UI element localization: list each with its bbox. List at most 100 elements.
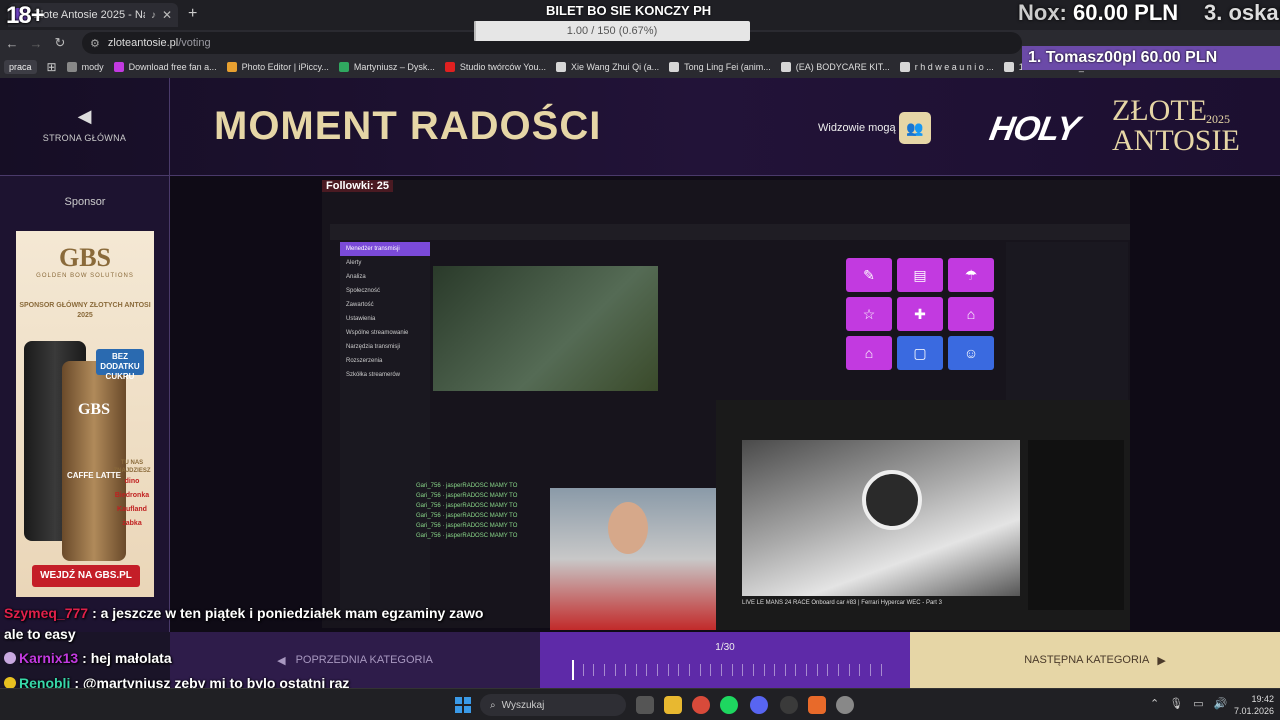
bookmark-label: Martyniusz – Dysk... <box>353 62 435 72</box>
home-link[interactable]: ◀ STRONA GŁÓWNA <box>0 78 170 176</box>
back-icon[interactable]: ← <box>0 36 24 51</box>
users-icon: 👥 <box>906 119 924 136</box>
helmet <box>862 470 922 530</box>
bookmark-item[interactable]: (EA) BODYCARE KIT... <box>780 62 890 72</box>
collab-panel <box>1006 242 1128 402</box>
bookmark-icon <box>444 62 455 72</box>
file-explorer-icon[interactable] <box>664 696 682 714</box>
next-category-button[interactable]: NASTĘPNA KATEGORIA ▶ <box>910 632 1280 688</box>
bookmark-item[interactable]: Tong Ling Fei (anim... <box>669 62 771 72</box>
progress-tick <box>774 664 776 676</box>
bookmark-item[interactable]: Photo Editor | iPiccy... <box>226 62 329 72</box>
chrome-icon[interactable] <box>692 696 710 714</box>
chat-username: Szymeq_777 <box>4 605 89 621</box>
viewers-button[interactable]: 👥 <box>899 112 931 144</box>
arrow-right-icon: ▶ <box>1157 654 1166 667</box>
stream-preview <box>433 266 658 391</box>
category-title: MOMENT RADOŚCI <box>214 104 602 148</box>
stream-chat-line: Gari_756 · jasperRADOSC MAMY TO <box>416 523 518 529</box>
bookmark-item[interactable]: praca <box>4 60 37 74</box>
progress-tick <box>880 664 882 676</box>
bookmark-icon <box>780 62 791 72</box>
obs-icon[interactable] <box>780 696 798 714</box>
display-icon[interactable]: ▭ <box>1193 697 1203 710</box>
bookmark-item[interactable]: Xie Wang Zhui Qi (a... <box>555 62 660 72</box>
progress-tick <box>742 664 744 676</box>
previous-category-label: POPRZEDNIA KATEGORIA <box>295 654 433 666</box>
clock[interactable]: 19:42 7.01.2026 <box>1218 693 1274 717</box>
settings-icon[interactable] <box>836 696 854 714</box>
logo-year: 2025 <box>1206 112 1230 126</box>
task-view-icon[interactable] <box>636 696 654 714</box>
sponsor-sidebar: Sponsor GBS GOLDEN BOW SOLUTIONS SPONSOR… <box>0 176 170 632</box>
audio-icon[interactable]: ♪ <box>151 10 156 21</box>
quick-actions-grid: ✎ ▤ ☂ ☆ ✚ ⌂ ⌂ ▢ ☺ <box>846 258 998 370</box>
goal-title: BILET BO SIE KONCZY PH <box>546 3 712 18</box>
dashboard-menu-item: Ustawienia <box>346 316 376 322</box>
progress-tick <box>752 664 754 676</box>
followers-counter: Followki: 25 <box>322 180 393 192</box>
progress-tick <box>603 664 605 676</box>
stream-chat-line: Gari_756 · jasperRADOSC MAMY TO <box>416 503 518 509</box>
site-info-icon[interactable]: ⚙ <box>90 37 100 50</box>
chevron-up-icon[interactable]: ⌃ <box>1150 697 1159 710</box>
new-tab-icon[interactable]: + <box>188 5 197 23</box>
bookmark-icon <box>66 62 77 72</box>
progress-tick <box>657 664 659 676</box>
progress-tick <box>710 664 712 676</box>
bookmark-icon <box>555 62 566 72</box>
home-label: STRONA GŁÓWNA <box>42 133 127 143</box>
spotify-icon[interactable] <box>720 696 738 714</box>
bookmark-item[interactable]: Download free fan a... <box>113 62 217 72</box>
ad-brand-sub: GOLDEN BOW SOLUTIONS <box>36 273 134 279</box>
nox-donation: Nox: 60.00 PLN <box>1018 0 1179 25</box>
raid-icon: ⌂ <box>948 297 994 331</box>
no-sugar-badge: BEZ DODATKU CUKRU <box>96 349 144 381</box>
progress-tick <box>625 664 627 676</box>
chat-message: Szymeq_777: a jeszcze w ten piątek i pon… <box>4 605 483 621</box>
add-user-icon: ✚ <box>897 297 943 331</box>
dashboard-menu-item: Szkółka streamerów <box>346 372 401 378</box>
dashboard-menu-item: Alerty <box>346 260 362 266</box>
discord-icon[interactable] <box>750 696 768 714</box>
progress-tick <box>806 664 808 676</box>
taskbar-search[interactable]: ⌕ Wyszukaj <box>480 694 626 716</box>
bookmark-icon <box>338 62 349 72</box>
ad-cta-button[interactable]: WEJDŹ NA GBS.PL <box>32 565 140 587</box>
goal-progress-fill <box>474 21 476 41</box>
dashboard-menu-item: Zawartość <box>346 302 374 308</box>
bookmark-item[interactable]: Studio twórców You... <box>444 62 546 72</box>
search-label: Wyszukaj <box>501 699 545 711</box>
bookmark-item[interactable]: r h d w e a u n i o ... <box>899 62 994 72</box>
app-icon[interactable] <box>808 696 826 714</box>
dashboard-menu-item: Wspólne streamowanie <box>346 330 409 336</box>
mic-icon[interactable]: 🎙 <box>1169 697 1183 710</box>
bookmark-label: Download free fan a... <box>128 62 217 72</box>
stream-chat-line: Gari_756 · jasperRADOSC MAMY TO <box>416 493 518 499</box>
reload-icon[interactable]: ↻ <box>48 35 72 51</box>
goal-progress-bar: 1.00 / 150 (0.67%) <box>474 21 750 41</box>
chat-badge-icon <box>4 652 16 664</box>
youtube-chat <box>1028 440 1124 610</box>
bookmark-item[interactable]: Martyniusz – Dysk... <box>338 62 435 72</box>
bookmark-label: Tong Ling Fei (anim... <box>684 62 771 72</box>
progress-tick <box>699 664 701 676</box>
sponsor-ad[interactable]: GBS GOLDEN BOW SOLUTIONS SPONSOR GŁÓWNY … <box>16 231 154 597</box>
arrow-left-icon: ◀ <box>277 654 286 667</box>
nominee-video[interactable]: Menedżer transmisji Alerty Analiza Społeczn… <box>170 176 1280 632</box>
oskar-label: 3. oskar <box>1204 0 1280 25</box>
windows-start-icon[interactable] <box>455 697 471 713</box>
viewers-label: Widzowie mogą <box>818 122 896 134</box>
close-tab-icon[interactable]: ✕ <box>162 8 172 22</box>
chat-text: : hej małolata <box>82 650 172 666</box>
forward-icon[interactable]: → <box>24 36 48 51</box>
bookmark-label: Xie Wang Zhui Qi (a... <box>570 62 660 72</box>
ad-brand: GBS <box>58 243 112 272</box>
progress-tick <box>667 664 669 676</box>
bookmark-item[interactable]: mody <box>66 62 104 72</box>
dashboard-menu-item: Narzędzia transmisji <box>346 344 401 350</box>
stream-chat-line: Gari_756 · jasperRADOSC MAMY TO <box>416 483 518 489</box>
apps-grid-icon[interactable]: ⊞ <box>47 60 57 74</box>
dashboard-menu-item: Rozszerzenia <box>346 358 383 364</box>
bookmark-icon <box>1003 62 1014 72</box>
